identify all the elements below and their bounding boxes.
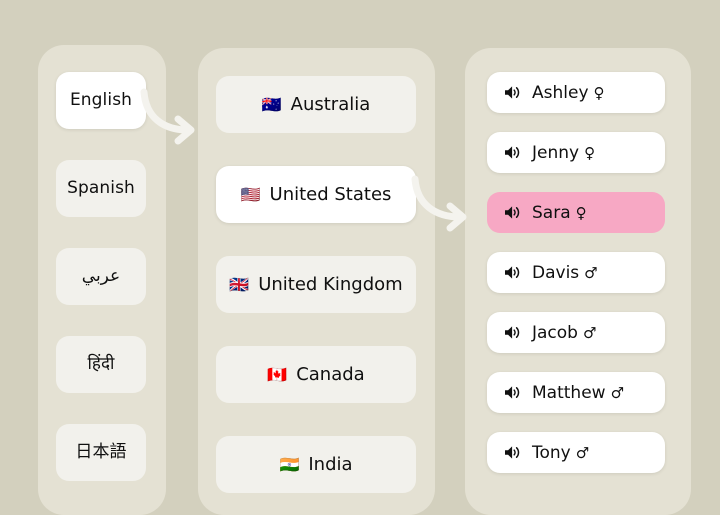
voice-card[interactable]: Jenny ♀: [487, 132, 665, 173]
voice-name: Matthew: [532, 382, 606, 403]
language-label: English: [69, 90, 133, 110]
country-flag-icon: 🇺🇸: [240, 184, 261, 204]
voice-card[interactable]: Tony ♂: [487, 432, 665, 473]
country-label: Australia: [290, 94, 371, 115]
voice-name: Jacob: [532, 322, 578, 343]
voice-card[interactable]: Sara ♀: [487, 192, 665, 233]
voice-name-group: Jenny ♀: [532, 143, 595, 163]
voice-name: Sara: [532, 202, 571, 223]
voice-gender-icon: ♂: [584, 263, 598, 282]
voice-name-group: Tony ♂: [532, 443, 589, 463]
country-flag-icon: 🇨🇦: [267, 364, 288, 384]
voice-name: Jenny: [532, 142, 580, 163]
language-label: हिंदी: [87, 354, 115, 374]
voice-card[interactable]: Jacob ♂: [487, 312, 665, 353]
speaker-icon: [505, 386, 520, 399]
language-card[interactable]: عربي: [56, 248, 146, 305]
speaker-icon: [505, 206, 520, 219]
country-label: United Kingdom: [258, 274, 403, 295]
voice-name: Ashley: [532, 82, 589, 103]
country-card[interactable]: 🇮🇳 India: [216, 436, 416, 493]
country-card[interactable]: 🇺🇸 United States: [216, 166, 416, 223]
country-card[interactable]: 🇬🇧 United Kingdom: [216, 256, 416, 313]
selection-stage: English Spanish عربي हिंदी 日本語 🇦🇺 Australia 🇺🇸…: [0, 0, 720, 515]
country-card[interactable]: 🇨🇦 Canada: [216, 346, 416, 403]
language-column: English Spanish عربي हिंदी 日本語: [38, 45, 166, 515]
voice-gender-icon: ♂: [610, 383, 625, 402]
speaker-icon: [505, 86, 520, 99]
voice-card[interactable]: Matthew ♂: [487, 372, 665, 413]
language-label: Spanish: [67, 178, 135, 198]
speaker-icon: [505, 446, 520, 459]
voice-gender-icon: ♀: [584, 143, 596, 162]
country-column: 🇦🇺 Australia 🇺🇸 United States 🇬🇧 United Kingd…: [198, 48, 435, 515]
voice-name-group: Matthew ♂: [532, 383, 624, 403]
voice-gender-icon: ♂: [582, 323, 597, 342]
voice-name: Davis: [532, 262, 580, 283]
language-label: عربي: [81, 266, 121, 286]
voice-card[interactable]: Ashley ♀: [487, 72, 665, 113]
speaker-icon: [505, 326, 520, 339]
language-card[interactable]: हिंदी: [56, 336, 146, 393]
voice-name-group: Jacob ♂: [532, 323, 596, 343]
speaker-icon: [505, 146, 520, 159]
country-label: Canada: [296, 364, 365, 385]
country-flag-icon: 🇦🇺: [261, 94, 282, 114]
language-card[interactable]: Spanish: [56, 160, 146, 217]
voice-name-group: Ashley ♀: [532, 83, 605, 103]
voice-gender-icon: ♂: [575, 443, 590, 462]
language-card[interactable]: English: [56, 72, 146, 129]
country-flag-icon: 🇮🇳: [279, 454, 300, 474]
voice-name: Tony: [532, 442, 571, 463]
country-label: United States: [269, 184, 392, 205]
voice-card[interactable]: Davis ♂: [487, 252, 665, 293]
voice-gender-icon: ♀: [575, 203, 587, 222]
country-flag-icon: 🇬🇧: [229, 274, 250, 294]
speaker-icon: [505, 266, 520, 279]
country-card[interactable]: 🇦🇺 Australia: [216, 76, 416, 133]
language-card[interactable]: 日本語: [56, 424, 146, 481]
language-label: 日本語: [75, 442, 127, 462]
voice-gender-icon: ♀: [593, 83, 605, 102]
voice-name-group: Sara ♀: [532, 203, 587, 223]
country-label: India: [308, 454, 353, 475]
voice-column: Ashley ♀ Jenny ♀ Sara ♀ Davis ♂ Jacob ♂ Matthew ♂ To…: [465, 48, 691, 515]
voice-name-group: Davis ♂: [532, 263, 598, 283]
